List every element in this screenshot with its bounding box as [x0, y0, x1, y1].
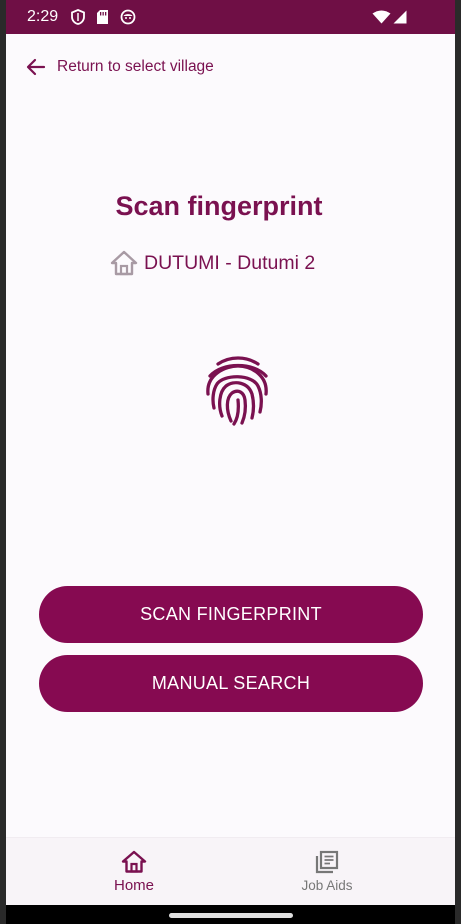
library-icon	[315, 850, 339, 874]
home-gesture-handle[interactable]	[169, 913, 293, 918]
face-icon	[120, 9, 136, 25]
wifi-icon	[372, 10, 391, 24]
home-icon	[121, 850, 147, 873]
village-name: DUTUMI - Dutumi 2	[144, 251, 316, 274]
manual-search-button[interactable]: MANUAL SEARCH	[39, 655, 423, 712]
nav-item-job-aids[interactable]: Job Aids	[267, 838, 387, 906]
status-time: 2:29	[27, 8, 59, 25]
app-screen: 2:29 Return to select village Scan finge…	[6, 0, 455, 924]
signal-icon	[393, 10, 407, 24]
nav-label-home: Home	[113, 877, 154, 894]
status-bar: 2:29	[6, 0, 455, 34]
back-link-label: Return to select village	[57, 58, 214, 75]
arrow-left-icon	[26, 58, 46, 76]
nav-label-job-aids: Job Aids	[301, 878, 353, 893]
sd-card-icon	[97, 10, 108, 24]
selected-village: DUTUMI - Dutumi 2	[110, 248, 315, 278]
back-to-village-link[interactable]: Return to select village	[24, 50, 214, 84]
page-title: Scan fingerprint	[115, 191, 323, 221]
nav-item-home[interactable]: Home	[74, 838, 194, 906]
shield-icon	[71, 9, 85, 25]
fingerprint-icon	[206, 356, 268, 426]
scan-fingerprint-button[interactable]: SCAN FINGERPRINT	[39, 586, 423, 643]
bottom-navigation: Home Job Aids	[6, 837, 455, 906]
home-icon	[110, 250, 138, 276]
